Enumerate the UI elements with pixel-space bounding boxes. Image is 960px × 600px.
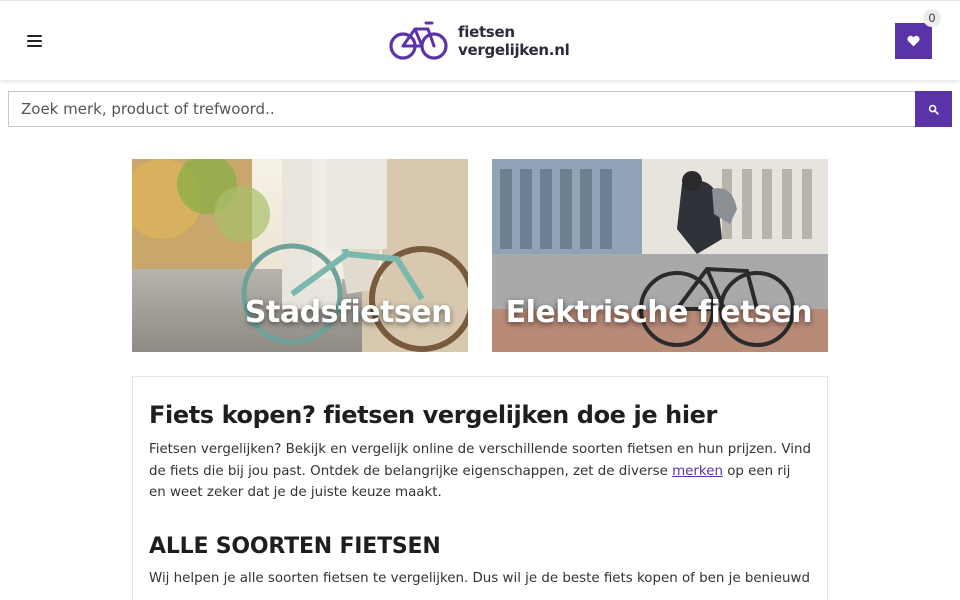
heart-icon [907, 35, 920, 47]
menu-button[interactable] [22, 29, 46, 53]
brands-link[interactable]: merken [672, 464, 723, 479]
hamburger-icon [26, 35, 42, 37]
logo-line-2: vergelijken.nl [458, 41, 570, 59]
search-icon [928, 104, 939, 115]
search-bar [8, 91, 952, 127]
article-card: Fiets kopen? fietsen vergelijken doe je … [132, 376, 828, 600]
logo-line-1: fietsen [458, 23, 515, 41]
logo-text: fietsen vergelijken.nl [458, 23, 570, 59]
favorites-button[interactable] [895, 23, 932, 59]
site-logo[interactable]: fietsen vergelijken.nl [388, 19, 570, 63]
favorites-count-badge: 0 [923, 9, 941, 27]
category-label: Elektrische fietsen [505, 295, 813, 330]
hamburger-icon-line [26, 40, 42, 42]
category-tile-stadsfietsen[interactable]: Stadsfietsen [132, 159, 468, 352]
category-tile-elektrische-fietsen[interactable]: Elektrische fietsen [492, 159, 828, 352]
search-input[interactable] [8, 91, 915, 127]
bicycle-logo-icon [389, 21, 448, 60]
search-button[interactable] [915, 91, 952, 127]
section-title: ALLE SOORTEN FIETSEN [149, 533, 441, 559]
category-label: Stadsfietsen [244, 295, 453, 330]
site-header: fietsen vergelijken.nl 0 [0, 0, 960, 80]
section-text: Wij helpen je alle soorten fietsen te ve… [149, 570, 810, 586]
hamburger-icon-line [26, 45, 42, 47]
page-title: Fiets kopen? fietsen vergelijken doe je … [149, 401, 717, 429]
intro-text: Fietsen vergelijken? Bekijk en vergelijk… [149, 439, 811, 504]
